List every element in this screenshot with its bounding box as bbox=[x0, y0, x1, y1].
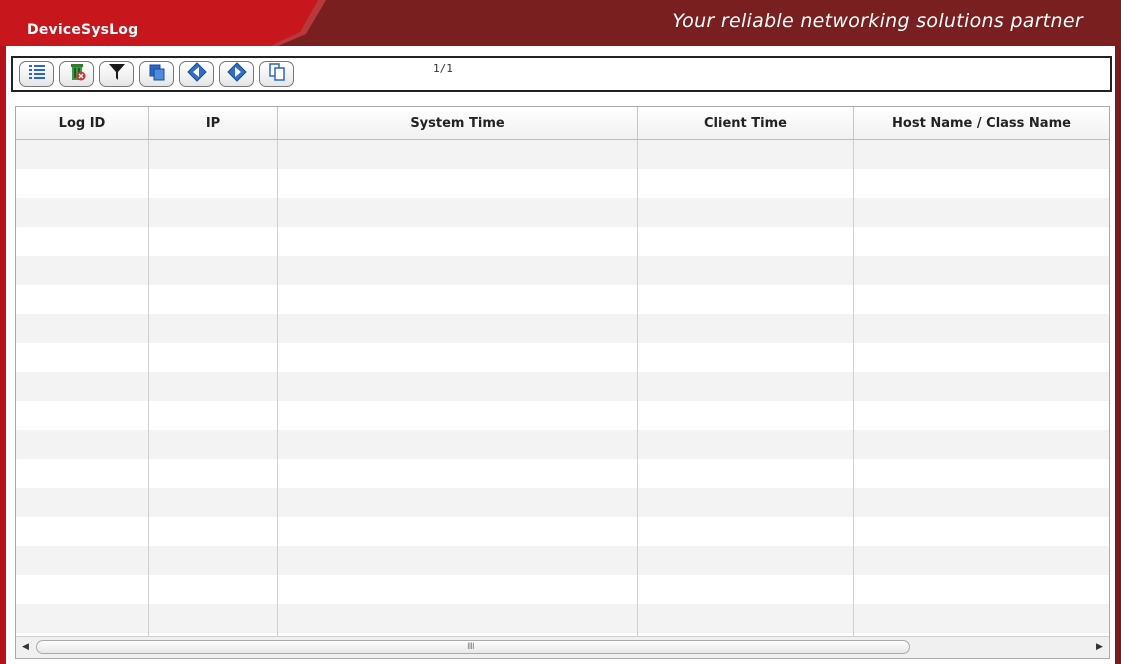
window-frame-right bbox=[1115, 0, 1121, 664]
page-indicator: 1/1 bbox=[433, 62, 453, 75]
grid-header: Log ID IP System Time Client Time Host N… bbox=[16, 107, 1109, 140]
delete-icon bbox=[67, 62, 87, 86]
pages-button[interactable] bbox=[259, 61, 294, 87]
window-frame-left bbox=[0, 0, 6, 664]
table-row[interactable] bbox=[16, 227, 1109, 256]
scrollbar-thumb[interactable]: IIII bbox=[36, 640, 910, 654]
table-row[interactable] bbox=[16, 372, 1109, 401]
table-row[interactable] bbox=[16, 604, 1109, 633]
scroll-left-arrow[interactable]: ◀ bbox=[18, 640, 33, 655]
column-header-ip[interactable]: IP bbox=[149, 107, 278, 139]
table-row[interactable] bbox=[16, 198, 1109, 227]
table-row[interactable] bbox=[16, 517, 1109, 546]
column-divider bbox=[148, 140, 149, 637]
list-button[interactable] bbox=[19, 61, 54, 87]
previous-icon bbox=[186, 62, 207, 86]
horizontal-scrollbar[interactable]: ◀ IIII ▶ bbox=[16, 636, 1109, 658]
table-row[interactable] bbox=[16, 488, 1109, 517]
table-row[interactable] bbox=[16, 459, 1109, 488]
grid-body bbox=[16, 140, 1109, 637]
table-row[interactable] bbox=[16, 314, 1109, 343]
filter-icon bbox=[107, 62, 127, 86]
app-header: DeviceSysLog Your reliable networking so… bbox=[0, 0, 1121, 46]
slogan-text: Your reliable networking solutions partn… bbox=[672, 10, 1083, 32]
column-divider bbox=[637, 140, 638, 637]
scrollbar-grip: IIII bbox=[467, 642, 475, 652]
scroll-right-arrow[interactable]: ▶ bbox=[1092, 640, 1107, 655]
table-row[interactable] bbox=[16, 285, 1109, 314]
column-header-host-class[interactable]: Host Name / Class Name bbox=[854, 107, 1109, 139]
column-divider bbox=[853, 140, 854, 637]
column-divider bbox=[277, 140, 278, 637]
syslog-grid: Log ID IP System Time Client Time Host N… bbox=[15, 106, 1110, 659]
table-row[interactable] bbox=[16, 430, 1109, 459]
previous-page-button[interactable] bbox=[179, 61, 214, 87]
table-row[interactable] bbox=[16, 575, 1109, 604]
table-row[interactable] bbox=[16, 140, 1109, 169]
table-row[interactable] bbox=[16, 169, 1109, 198]
column-header-system-time[interactable]: System Time bbox=[278, 107, 638, 139]
copy-icon bbox=[147, 62, 167, 86]
list-icon bbox=[27, 62, 47, 86]
next-page-button[interactable] bbox=[219, 61, 254, 87]
pages-icon bbox=[267, 62, 287, 86]
column-header-client-time[interactable]: Client Time bbox=[638, 107, 854, 139]
next-icon bbox=[226, 62, 247, 86]
toolbar: 1/1 bbox=[11, 56, 1112, 92]
table-row[interactable] bbox=[16, 256, 1109, 285]
table-row[interactable] bbox=[16, 546, 1109, 575]
filter-button[interactable] bbox=[99, 61, 134, 87]
table-row[interactable] bbox=[16, 343, 1109, 372]
table-row[interactable] bbox=[16, 401, 1109, 430]
delete-button[interactable] bbox=[59, 61, 94, 87]
app-title: DeviceSysLog bbox=[27, 22, 139, 38]
copy-button[interactable] bbox=[139, 61, 174, 87]
column-header-log-id[interactable]: Log ID bbox=[16, 107, 149, 139]
